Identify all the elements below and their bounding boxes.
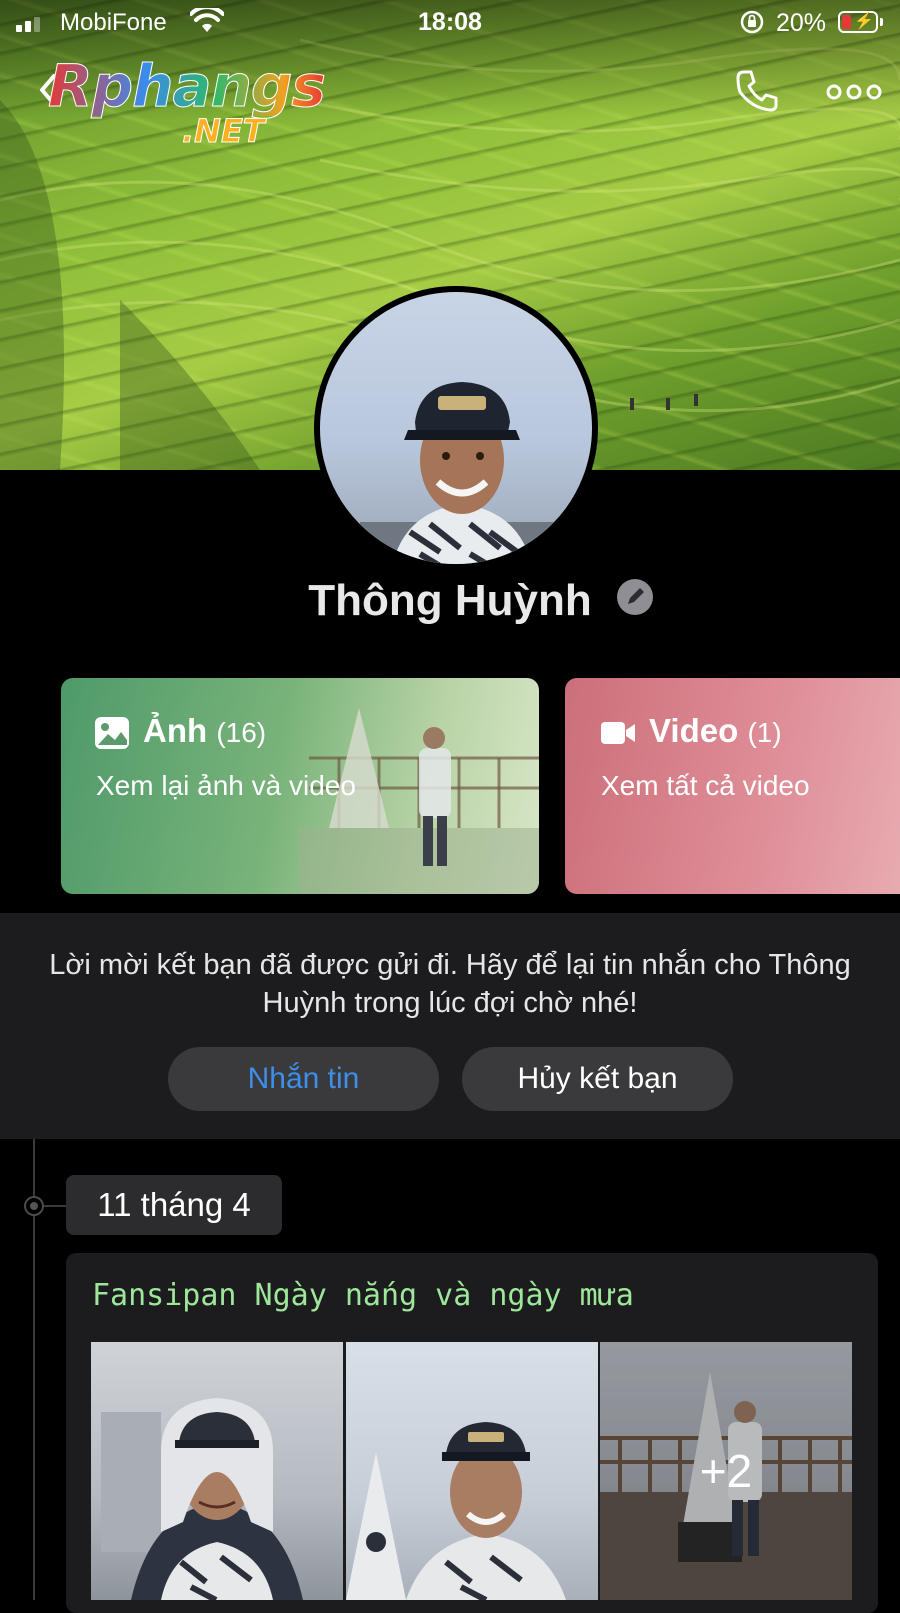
post-photo-1[interactable] xyxy=(91,1342,343,1600)
watermark-logo-suffix: .NET xyxy=(182,112,266,151)
videos-card[interactable]: Video (1) Xem tất cả video xyxy=(565,678,900,894)
videos-label: Video xyxy=(649,712,739,749)
photos-label: Ảnh xyxy=(143,712,208,749)
friend-request-message: Lời mời kết bạn đã được gửi đi. Hãy để l… xyxy=(49,949,851,1019)
videos-title: Video (1) xyxy=(649,712,782,750)
timeline-date: 11 tháng 4 xyxy=(66,1175,282,1235)
avatar[interactable] xyxy=(314,286,598,570)
battery-percent: 20% xyxy=(776,9,827,37)
image-icon xyxy=(94,716,130,750)
orientation-lock-icon xyxy=(740,10,764,34)
more-photos-count[interactable]: +2 xyxy=(600,1342,852,1600)
photos-subtitle: Xem lại ảnh và video xyxy=(96,770,356,801)
post-title[interactable]: Fansipan Ngày nắng và ngày mưa xyxy=(92,1278,634,1313)
phone-icon[interactable] xyxy=(734,68,780,114)
watermark-logo: Rphangs xyxy=(48,52,327,120)
photos-title: Ảnh (16) xyxy=(143,712,266,750)
edit-icon[interactable] xyxy=(616,578,654,616)
more-icon[interactable] xyxy=(826,84,882,100)
cancel-friend-request-button[interactable]: Hủy kết bạn xyxy=(462,1047,733,1111)
videos-count: (1) xyxy=(747,717,782,748)
videos-subtitle: Xem tất cả video xyxy=(601,770,810,801)
message-button[interactable]: Nhắn tin xyxy=(168,1047,439,1111)
photos-card[interactable]: Ảnh (16) Xem lại ảnh và video xyxy=(61,678,539,894)
photos-count: (16) xyxy=(216,717,267,748)
status-bar: MobiFone 18:08 20% ⚡ xyxy=(0,0,900,46)
video-camera-icon xyxy=(600,716,636,750)
timeline-connector xyxy=(44,1205,66,1207)
profile-name: Thông Huỳnh xyxy=(308,576,592,625)
status-time: 18:08 xyxy=(418,8,482,36)
battery-icon: ⚡ xyxy=(838,11,878,33)
post-photo-2[interactable] xyxy=(346,1342,598,1600)
